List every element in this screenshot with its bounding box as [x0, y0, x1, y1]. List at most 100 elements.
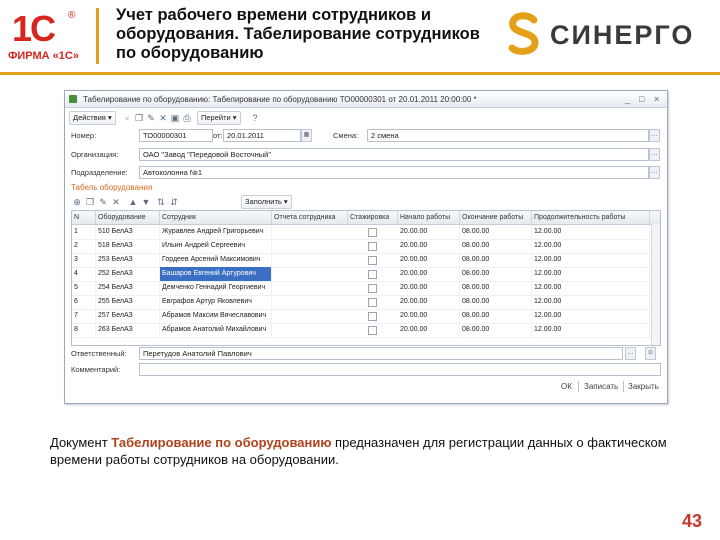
column-header[interactable]: Оборудование [96, 211, 160, 224]
responsible-open-icon[interactable]: ⊙ [645, 347, 656, 360]
column-header[interactable]: N [72, 211, 96, 224]
table-row[interactable]: 3 253 БелАЗ Гордеев Арсений Максимович 20.0… [72, 253, 652, 268]
comment-field[interactable] [139, 363, 661, 376]
edit-icon[interactable]: ✎ [145, 112, 157, 124]
cell-equipment[interactable]: 255 БелАЗ [96, 295, 160, 309]
cell-duration[interactable]: 12.00.00 [532, 267, 650, 281]
shift-select-icon[interactable]: … [649, 129, 660, 142]
add-row-icon[interactable]: ⊕ [71, 196, 83, 208]
cell-employee[interactable]: Абрамов Анатолий Михайлович [160, 323, 272, 337]
cell-duration[interactable]: 12.00.00 [532, 239, 650, 253]
cell-employee[interactable]: Башаров Евгений Артурович [160, 267, 272, 281]
cell-end[interactable]: 08.00.00 [460, 267, 532, 281]
cell-start[interactable]: 20.00.00 [398, 323, 460, 337]
shift-field[interactable]: 2 смена [367, 129, 649, 142]
department-select-icon[interactable]: … [649, 166, 660, 179]
minimize-button[interactable]: _ [625, 94, 630, 104]
number-field[interactable]: ТО00000301 [139, 129, 213, 142]
cell-duration[interactable]: 12.00.00 [532, 323, 650, 337]
cell-end[interactable]: 08.00.00 [460, 309, 532, 323]
actions-menu-button[interactable]: Действия ▾ [69, 111, 116, 125]
cell-start[interactable]: 20.00.00 [398, 295, 460, 309]
maximize-button[interactable]: □ [639, 94, 644, 104]
cell-duration[interactable]: 12.00.00 [532, 281, 650, 295]
delete-row-icon[interactable]: ✕ [110, 196, 122, 208]
cell-n[interactable]: 7 [72, 309, 96, 323]
table-scrollbar[interactable] [651, 224, 660, 345]
cell-equipment[interactable]: 510 БелАЗ [96, 225, 160, 239]
column-header[interactable]: Продолжительность работы [532, 211, 650, 224]
internship-checkbox[interactable] [368, 270, 377, 279]
table-row[interactable]: 4 252 БелАЗ Башаров Евгений Артурович 20.00… [72, 267, 652, 282]
table-row[interactable]: 7 257 БелАЗ Абрамов Максим Вячеславович 20.… [72, 309, 652, 324]
cell-end[interactable]: 08.00.00 [460, 225, 532, 239]
internship-checkbox[interactable] [368, 284, 377, 293]
copy-row-icon[interactable]: ❐ [84, 196, 96, 208]
internship-checkbox[interactable] [368, 326, 377, 335]
cell-n[interactable]: 3 [72, 253, 96, 267]
close-window-button[interactable]: × [654, 94, 659, 104]
internship-checkbox[interactable] [368, 228, 377, 237]
cell-end[interactable]: 08.00.00 [460, 239, 532, 253]
column-header[interactable]: Отчета сотрудника [272, 211, 348, 224]
post-icon[interactable]: ▣ [169, 112, 181, 124]
cell-employee[interactable]: Абрамов Максим Вячеславович [160, 309, 272, 323]
cell-equipment[interactable]: 253 БелАЗ [96, 253, 160, 267]
cell-n[interactable]: 1 [72, 225, 96, 239]
cell-n[interactable]: 6 [72, 295, 96, 309]
move-up-icon[interactable]: ▲ [127, 196, 139, 208]
fill-button[interactable]: Заполнить ▾ [241, 195, 292, 209]
internship-checkbox[interactable] [368, 298, 377, 307]
column-header[interactable]: Окончание работы [460, 211, 532, 224]
column-header[interactable]: Сотрудник [160, 211, 272, 224]
goto-menu-button[interactable]: Перейти ▾ [197, 111, 241, 125]
cell-duration[interactable]: 12.00.00 [532, 309, 650, 323]
cell-employee[interactable]: Журавлев Андрей Григорьевич [160, 225, 272, 239]
cell-n[interactable]: 4 [72, 267, 96, 281]
column-header[interactable]: Начало работы [398, 211, 460, 224]
cell-start[interactable]: 20.00.00 [398, 281, 460, 295]
cell-equipment[interactable]: 252 БелАЗ [96, 267, 160, 281]
save-button[interactable]: Записать [584, 382, 618, 391]
cell-duration[interactable]: 12.00.00 [532, 295, 650, 309]
cell-equipment[interactable]: 257 БелАЗ [96, 309, 160, 323]
table-row[interactable]: 2 518 БелАЗ Ильин Андрей Сергеевич 20.00.00… [72, 239, 652, 254]
cell-start[interactable]: 20.00.00 [398, 239, 460, 253]
cell-n[interactable]: 8 [72, 323, 96, 337]
cell-start[interactable]: 20.00.00 [398, 267, 460, 281]
cell-start[interactable]: 20.00.00 [398, 225, 460, 239]
cell-equipment[interactable]: 263 БелАЗ [96, 323, 160, 337]
cell-n[interactable]: 5 [72, 281, 96, 295]
cell-start[interactable]: 20.00.00 [398, 253, 460, 267]
delete-icon[interactable]: ✕ [157, 112, 169, 124]
cell-employee[interactable]: Гордеев Арсений Максимович [160, 253, 272, 267]
cell-employee[interactable]: Демченко Геннадий Георгиевич [160, 281, 272, 295]
column-header[interactable]: Стажировка [348, 211, 398, 224]
table-row[interactable]: 1 510 БелАЗ Журавлев Андрей Григорьевич 20.… [72, 225, 652, 240]
organization-field[interactable]: ОАО "Завод "Передовой Восточный" [139, 148, 649, 161]
internship-checkbox[interactable] [368, 256, 377, 265]
edit-row-icon[interactable]: ✎ [97, 196, 109, 208]
close-button[interactable]: Закрыть [628, 382, 659, 391]
sort-desc-icon[interactable]: ⇵ [168, 196, 180, 208]
cell-end[interactable]: 08.00.00 [460, 253, 532, 267]
responsible-select-icon[interactable]: … [625, 347, 636, 360]
internship-checkbox[interactable] [368, 312, 377, 321]
cell-duration[interactable]: 12.00.00 [532, 225, 650, 239]
sort-asc-icon[interactable]: ⇅ [155, 196, 167, 208]
date-field[interactable]: 20.01.2011 [223, 129, 301, 142]
table-row[interactable]: 8 263 БелАЗ Абрамов Анатолий Михайлович 20.… [72, 323, 652, 338]
cell-employee[interactable]: Ильин Андрей Сергеевич [160, 239, 272, 253]
cell-end[interactable]: 08.00.00 [460, 281, 532, 295]
cell-end[interactable]: 08.00.00 [460, 323, 532, 337]
print-icon[interactable]: ⎙ [181, 112, 193, 124]
cell-duration[interactable]: 12.00.00 [532, 253, 650, 267]
cell-start[interactable]: 20.00.00 [398, 309, 460, 323]
help-icon[interactable]: ? [249, 112, 261, 124]
department-field[interactable]: Автоколонна №1 [139, 166, 649, 179]
table-row[interactable]: 5 254 БелАЗ Демченко Геннадий Георгиевич 20… [72, 281, 652, 296]
cell-n[interactable]: 2 [72, 239, 96, 253]
ok-button[interactable]: ОК [561, 382, 572, 391]
organization-select-icon[interactable]: … [649, 148, 660, 161]
move-down-icon[interactable]: ▼ [140, 196, 152, 208]
